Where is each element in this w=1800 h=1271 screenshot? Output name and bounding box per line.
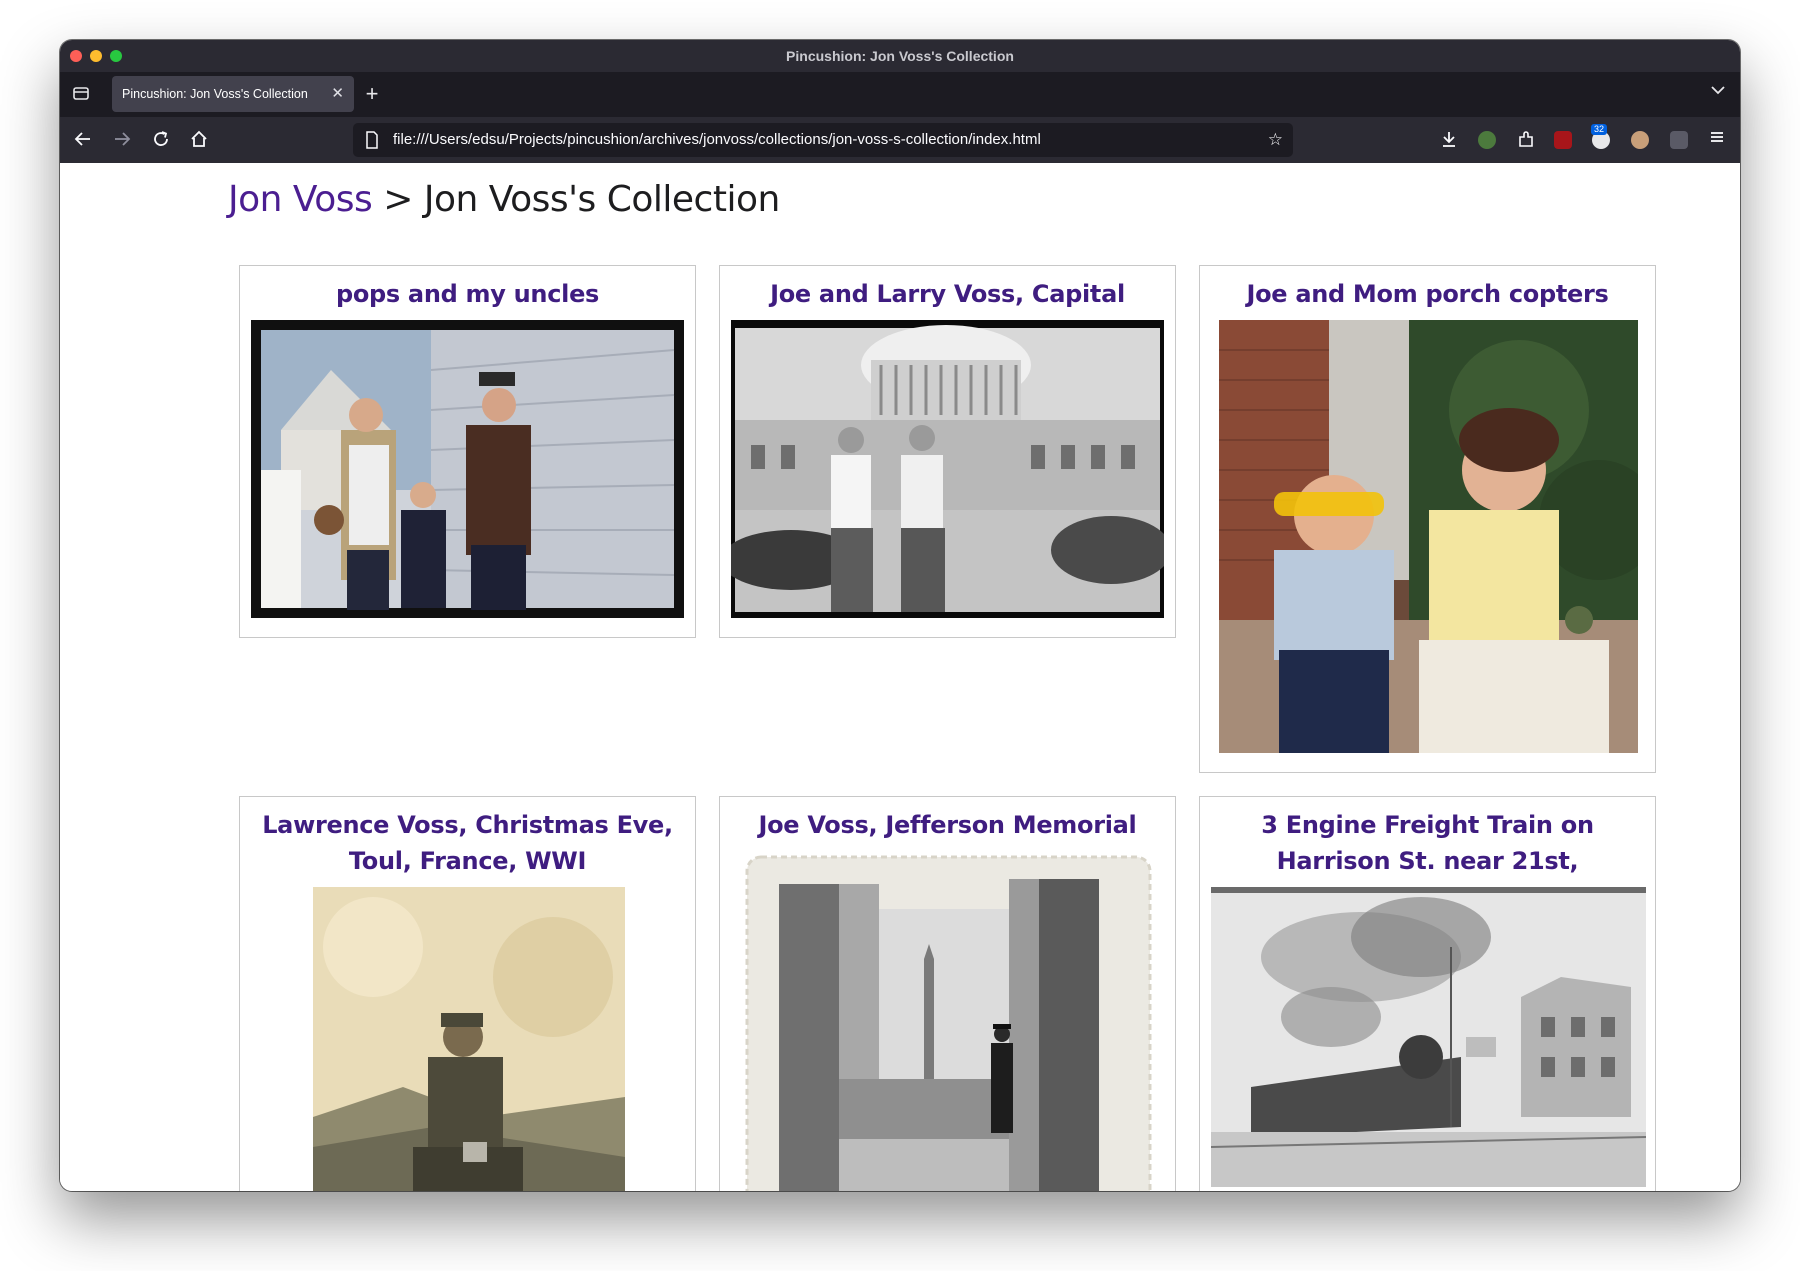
extension-green-icon[interactable] (1478, 131, 1496, 149)
ublock-origin-icon[interactable] (1554, 131, 1572, 149)
collection-card[interactable]: 3 Engine Freight Train on Harrison St. n… (1199, 796, 1656, 1191)
card-photo[interactable] (1211, 887, 1646, 1187)
collection-card[interactable]: Joe and Mom porch copters (1199, 265, 1656, 773)
card-photo[interactable] (739, 849, 1158, 1191)
url-text: file:///Users/edsu/Projects/pincushion/a… (393, 131, 1041, 148)
card-photo[interactable] (1219, 320, 1638, 753)
tab-strip: Pincushion: Jon Voss's Collection ✕ + (60, 72, 1740, 117)
collection-card[interactable]: Joe and Larry Voss, Capital (719, 265, 1176, 638)
card-title[interactable]: Joe Voss, Jefferson Memorial (720, 807, 1175, 843)
card-photo[interactable] (313, 887, 625, 1191)
zoom-window-button[interactable] (110, 50, 122, 62)
page-content: Jon Voss > Jon Voss's Collection pops an… (60, 163, 1740, 1191)
tab-close-icon[interactable]: ✕ (331, 76, 344, 112)
browser-window: Pincushion: Jon Voss's Collection Pincus… (60, 40, 1740, 1191)
card-title[interactable]: Joe and Mom porch copters (1200, 276, 1655, 312)
downloads-icon[interactable] (1438, 129, 1460, 154)
extension-cube-icon[interactable] (1670, 131, 1688, 149)
breadcrumb: Jon Voss > Jon Voss's Collection (228, 179, 780, 220)
hamburger-menu-icon[interactable] (1706, 128, 1728, 151)
title-bar: Pincushion: Jon Voss's Collection (60, 40, 1740, 72)
window-title: Pincushion: Jon Voss's Collection (786, 48, 1014, 64)
new-tab-icon[interactable]: + (360, 81, 384, 107)
forward-arrow-icon[interactable] (111, 129, 133, 154)
list-tabs-chevron-icon[interactable] (1706, 82, 1730, 103)
card-title[interactable]: 3 Engine Freight Train on Harrison St. n… (1200, 807, 1655, 879)
collection-card[interactable]: Joe Voss, Jefferson Memorial (719, 796, 1176, 1191)
navigation-toolbar: file:///Users/edsu/Projects/pincushion/a… (60, 117, 1740, 163)
reload-icon[interactable] (150, 129, 172, 154)
collection-card[interactable]: pops and my uncles (239, 265, 696, 638)
extension-face-icon[interactable] (1631, 131, 1649, 149)
card-photo[interactable] (731, 320, 1164, 618)
page-title: Jon Voss's Collection (423, 179, 780, 220)
extension-badge: 32 (1591, 124, 1608, 135)
breadcrumb-separator: > (383, 179, 413, 220)
page-document-icon (365, 123, 379, 157)
collection-card[interactable]: Lawrence Voss, Christmas Eve, Toul, Fran… (239, 796, 696, 1191)
tab-overview-icon[interactable] (70, 84, 92, 107)
address-bar[interactable]: file:///Users/edsu/Projects/pincushion/a… (353, 123, 1293, 157)
card-photo[interactable] (251, 320, 684, 618)
minimize-window-button[interactable] (90, 50, 102, 62)
tab-active[interactable]: Pincushion: Jon Voss's Collection ✕ (112, 76, 354, 112)
back-arrow-icon[interactable] (72, 129, 94, 154)
extensions-puzzle-icon[interactable] (1515, 129, 1537, 154)
card-title[interactable]: Joe and Larry Voss, Capital (720, 276, 1175, 312)
card-title[interactable]: pops and my uncles (240, 276, 695, 312)
card-title[interactable]: Lawrence Voss, Christmas Eve, Toul, Fran… (240, 807, 695, 879)
close-window-button[interactable] (70, 50, 82, 62)
tab-label: Pincushion: Jon Voss's Collection (122, 87, 308, 101)
home-icon[interactable] (188, 129, 210, 154)
breadcrumb-link-jon-voss[interactable]: Jon Voss (228, 179, 373, 220)
bookmark-star-icon[interactable]: ☆ (1268, 123, 1283, 157)
